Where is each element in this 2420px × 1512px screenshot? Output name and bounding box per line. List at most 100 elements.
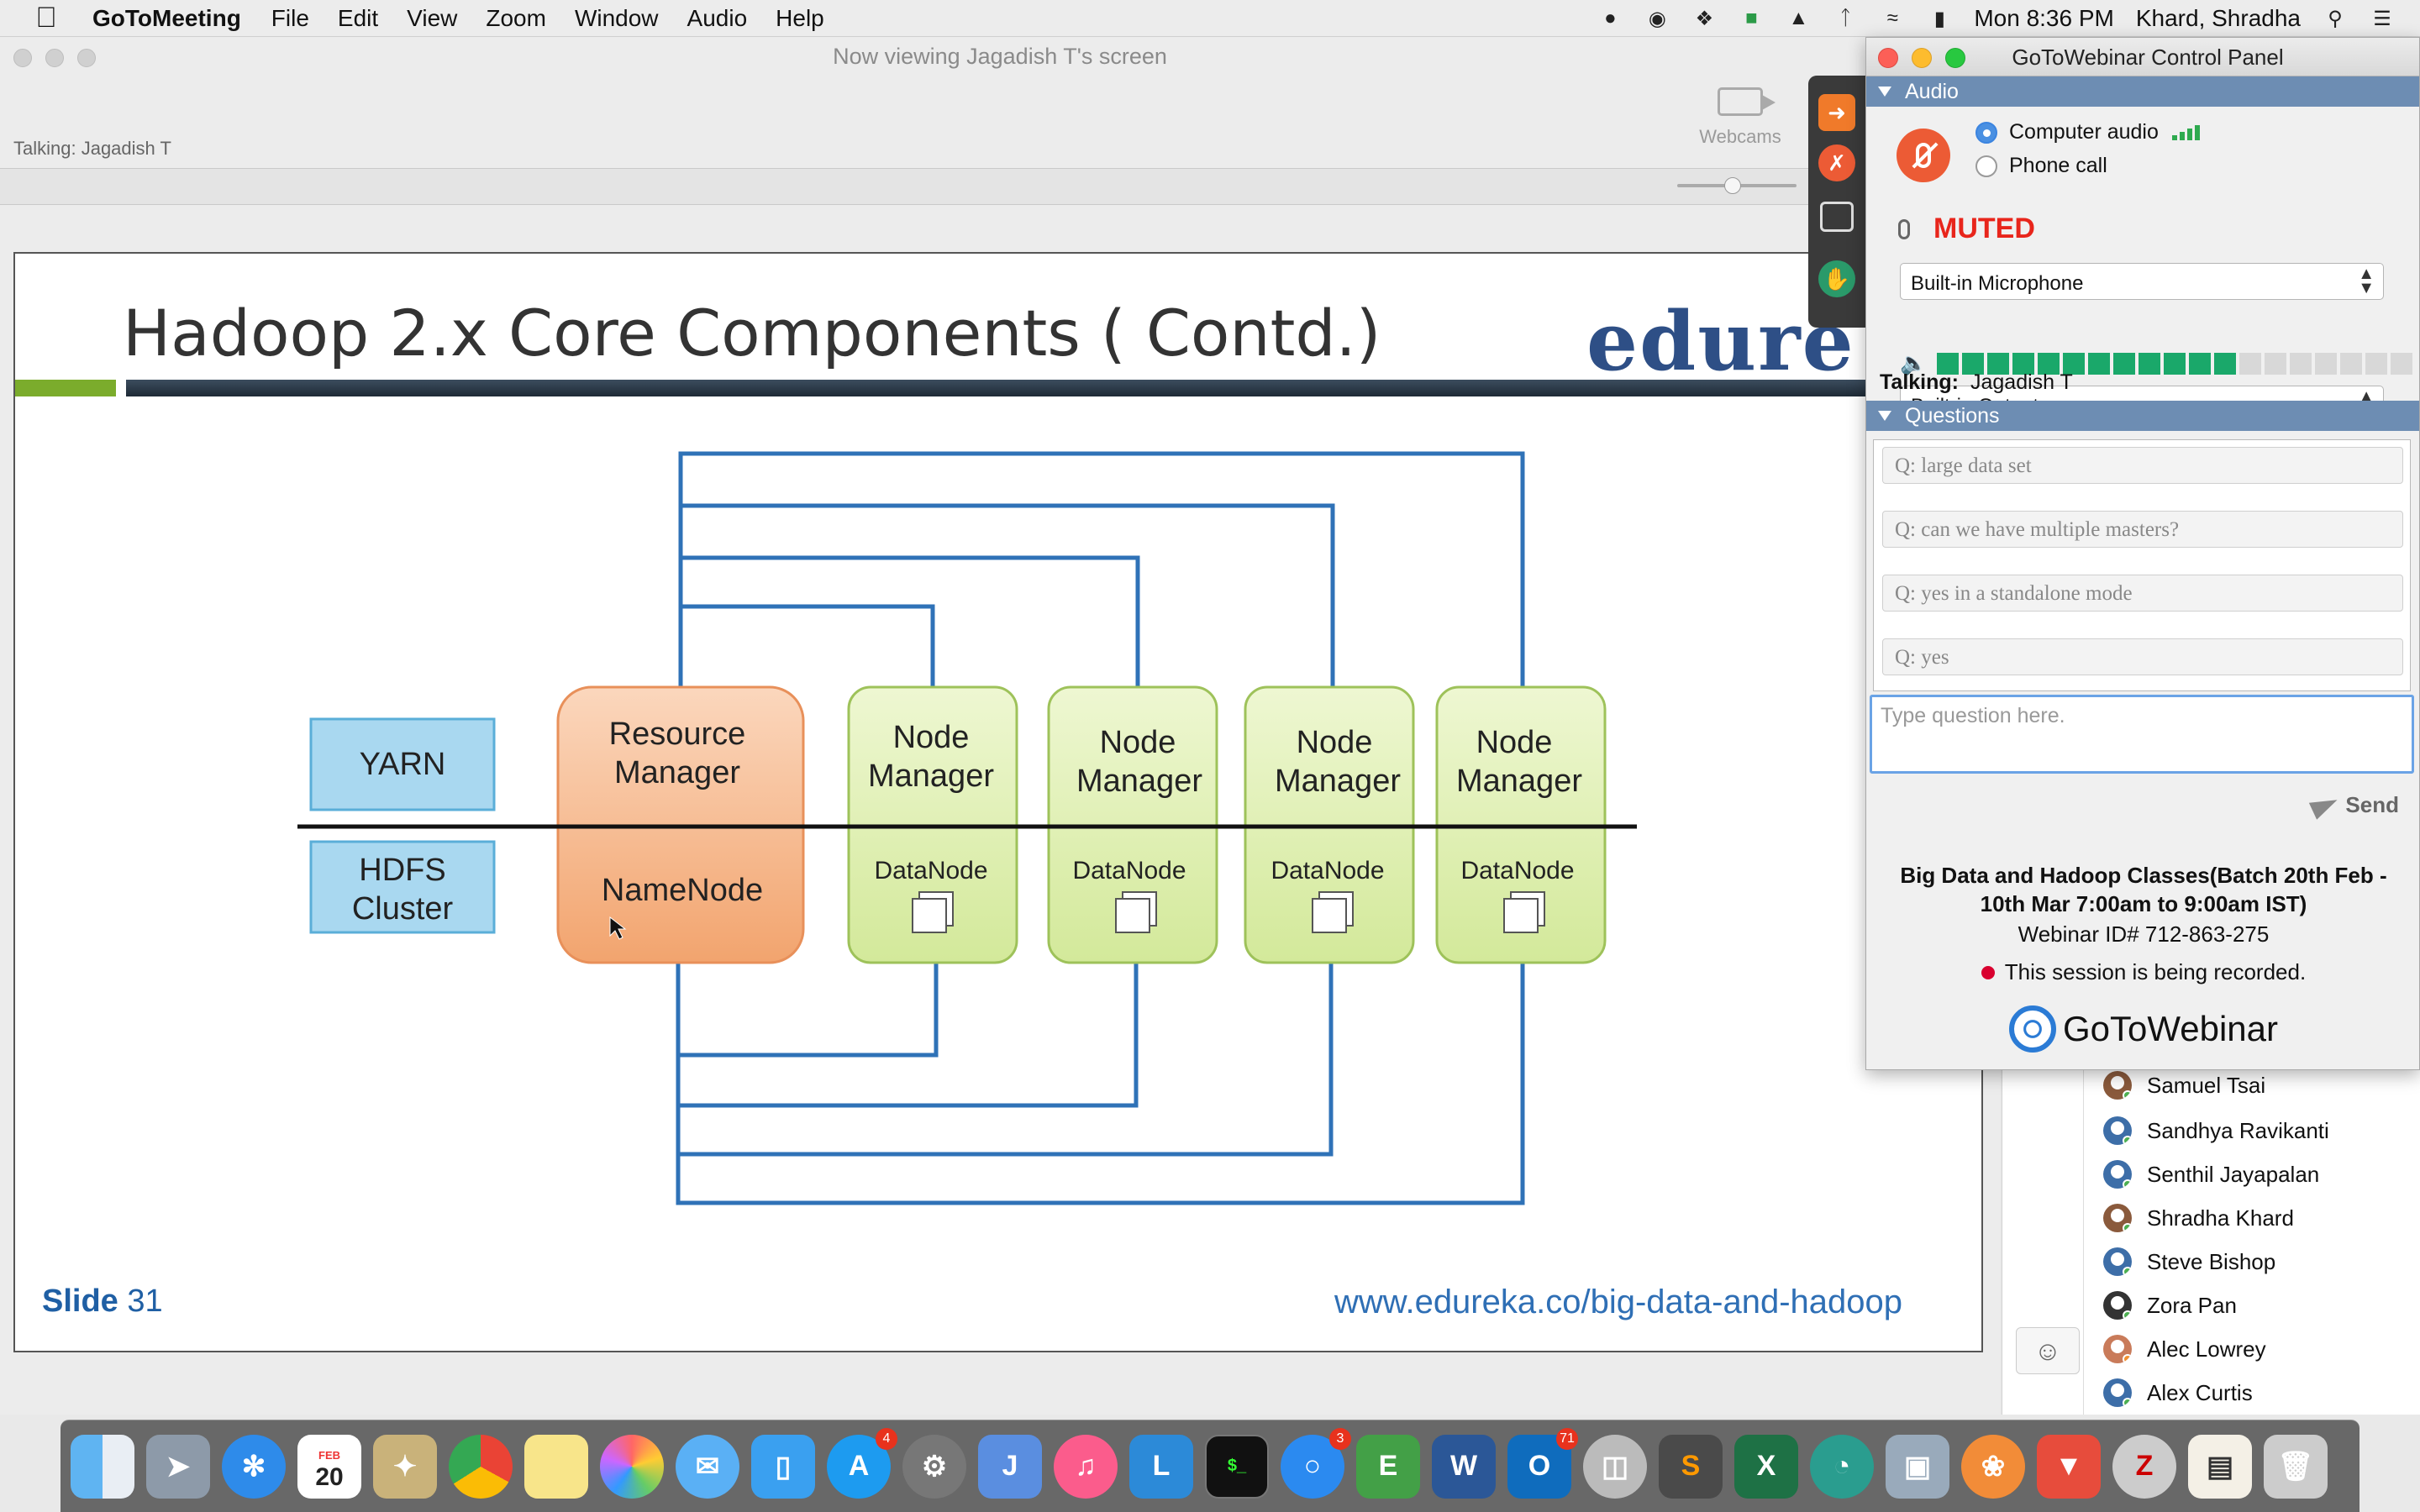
menu-help[interactable]: Help (776, 5, 824, 32)
talking-status: Talking: Jagadish T (1880, 370, 2073, 395)
spotlight-icon[interactable]: ⚲ (2323, 7, 2348, 30)
document-stack-icon (1312, 891, 1354, 933)
document-icon[interactable]: ▤ (2188, 1434, 2252, 1499)
participant-row[interactable]: Alec Lowrey (2103, 1327, 2266, 1371)
outlook-badge: 71 (1556, 1427, 1578, 1450)
gotowebinar-dock-icon[interactable]: ❀ (1961, 1434, 2025, 1499)
participant-name: Steve Bishop (2147, 1248, 2276, 1274)
menu-file[interactable]: File (271, 5, 309, 32)
menu-edit[interactable]: Edit (338, 5, 378, 32)
question-item[interactable]: Q: yes in a standalone mode (1882, 575, 2403, 612)
computer-audio-label: Computer audio (2009, 120, 2159, 144)
slide-number: Slide 31 (42, 1284, 163, 1320)
clock[interactable]: Mon 8:36 PM (1974, 5, 2114, 32)
finder-icon[interactable] (71, 1434, 134, 1499)
app-store-icon[interactable]: A4 (827, 1427, 897, 1499)
database-icon[interactable]: ◫ (1583, 1434, 1647, 1499)
participant-row[interactable]: Shradha Khard (2103, 1196, 2294, 1240)
preview-icon[interactable]: ▣ (1886, 1434, 1949, 1499)
phone-call-option[interactable]: Phone call (1975, 154, 2107, 178)
screen-icon[interactable] (1820, 202, 1854, 232)
safari-icon[interactable]: ✻ (222, 1434, 286, 1499)
question-item[interactable]: Q: yes (1882, 638, 2403, 675)
radio-button[interactable] (1975, 155, 1997, 177)
microphone-select[interactable]: Built-in Microphone ▲ ▼ (1900, 263, 2384, 300)
volume-meter-segment (2088, 352, 2111, 375)
computer-audio-option[interactable]: Computer audio (1975, 120, 2200, 144)
question-list[interactable]: Q: large data set Q: can we have multipl… (1873, 439, 2411, 691)
radio-button[interactable] (1975, 121, 1997, 144)
outlook-icon[interactable]: O 71 (1507, 1427, 1578, 1499)
send-button[interactable]: Send (2309, 790, 2399, 820)
questions-header-label: Questions (1905, 403, 2000, 428)
battery-icon[interactable]: ▮ (1927, 7, 1952, 30)
collapse-arrow-icon[interactable]: ➜ (1818, 94, 1855, 131)
webcams-button[interactable]: Webcams (1694, 87, 1786, 148)
trash-icon[interactable]: 🗑 (2264, 1434, 2328, 1499)
recording-label: This session is being recorded. (2004, 959, 2307, 984)
raise-hand-icon[interactable]: ✋ (1818, 260, 1855, 297)
mute-mic-icon[interactable]: ✗ (1818, 144, 1855, 181)
menu-zoom[interactable]: Zoom (486, 5, 546, 32)
terminal-icon[interactable]: $_ (1205, 1434, 1269, 1499)
zoom-slider[interactable] (1677, 177, 1797, 194)
emoji-button[interactable]: ☺ (2016, 1327, 2080, 1374)
bluetooth-icon[interactable]: ᛏ (1833, 7, 1858, 30)
shared-slide: Hadoop 2.x Core Components ( Contd.) edu… (13, 252, 1983, 1352)
mute-button[interactable] (1897, 129, 1950, 182)
word-icon[interactable]: W (1432, 1434, 1496, 1499)
menu-view[interactable]: View (407, 5, 457, 32)
filezilla-icon[interactable]: Z (2112, 1434, 2176, 1499)
zoom-slider-thumb[interactable] (1724, 177, 1741, 194)
app-menu[interactable]: GoToMeeting (92, 5, 241, 32)
itunes-icon[interactable]: ♫ (1054, 1434, 1118, 1499)
messages-icon[interactable]: ✉ (676, 1434, 739, 1499)
keynote-icon[interactable]: ▯ (751, 1434, 815, 1499)
panel-title: GoToWebinar Control Panel (2012, 45, 2284, 70)
photos-icon[interactable] (600, 1434, 664, 1499)
eye-icon[interactable]: ◉ (1644, 7, 1670, 30)
apple-icon[interactable]:  (0, 2, 92, 34)
menu-bar:  GoToMeeting File Edit View Zoom Window… (0, 0, 2420, 37)
notes-icon[interactable] (524, 1434, 588, 1499)
evernote-icon[interactable]: ❖ (1691, 7, 1717, 30)
office-installer-icon[interactable]: ▼ (2037, 1434, 2101, 1499)
questions-section-header[interactable]: Questions (1866, 401, 2419, 431)
signal-strength-icon (2171, 124, 2200, 140)
drive-icon[interactable]: ▲ (1786, 7, 1811, 30)
shield-icon[interactable]: ■ (1739, 7, 1764, 30)
calendar-icon[interactable]: FEB 20 (297, 1434, 361, 1499)
volume-meter-segment (2189, 352, 2212, 375)
sublime-text-icon[interactable]: S (1659, 1434, 1723, 1499)
audio-section-header[interactable]: Audio (1866, 76, 2419, 107)
participant-row[interactable]: Senthil Jayapalan (2103, 1152, 2319, 1196)
avatar (2103, 1071, 2132, 1100)
question-item[interactable]: Q: large data set (1882, 447, 2403, 484)
lync-icon[interactable]: L (1129, 1434, 1193, 1499)
participant-row[interactable]: Steve Bishop (2103, 1240, 2275, 1284)
viewer-toolbar (0, 168, 2000, 205)
globe-icon[interactable]: ● (1597, 7, 1623, 30)
participant-row[interactable]: Alex Curtis (2103, 1371, 2253, 1415)
chat-icon[interactable]: ○ 3 (1281, 1427, 1351, 1499)
disclosure-triangle-icon (1878, 87, 1891, 97)
menu-window[interactable]: Window (575, 5, 659, 32)
notification-center-icon[interactable]: ☰ (2370, 7, 2395, 30)
jira-icon[interactable]: J (978, 1434, 1042, 1499)
menu-audio[interactable]: Audio (687, 5, 748, 32)
participant-name: Alex Curtis (2147, 1379, 2253, 1405)
question-input[interactable]: Type question here. (1870, 695, 2414, 774)
question-item[interactable]: Q: can we have multiple masters? (1882, 511, 2403, 548)
mail-eagle-icon[interactable]: ✦ (373, 1434, 437, 1499)
system-preferences-icon[interactable]: ⚙ (902, 1434, 966, 1499)
network-icon[interactable]: ◔ (1810, 1434, 1874, 1499)
participant-row[interactable]: Sandhya Ravikanti (2103, 1109, 2329, 1152)
control-panel-grabber: ➜ ✗ ✋ (1808, 76, 1865, 328)
launchpad-icon[interactable]: ➤ (146, 1434, 210, 1499)
evernote-dock-icon[interactable]: E (1356, 1434, 1420, 1499)
participant-row[interactable]: Zora Pan (2103, 1284, 2237, 1327)
user-name[interactable]: Khard, Shradha (2136, 5, 2301, 32)
excel-icon[interactable]: X (1734, 1434, 1798, 1499)
wifi-icon[interactable]: ≈ (1880, 7, 1905, 30)
chrome-icon[interactable] (449, 1434, 513, 1499)
